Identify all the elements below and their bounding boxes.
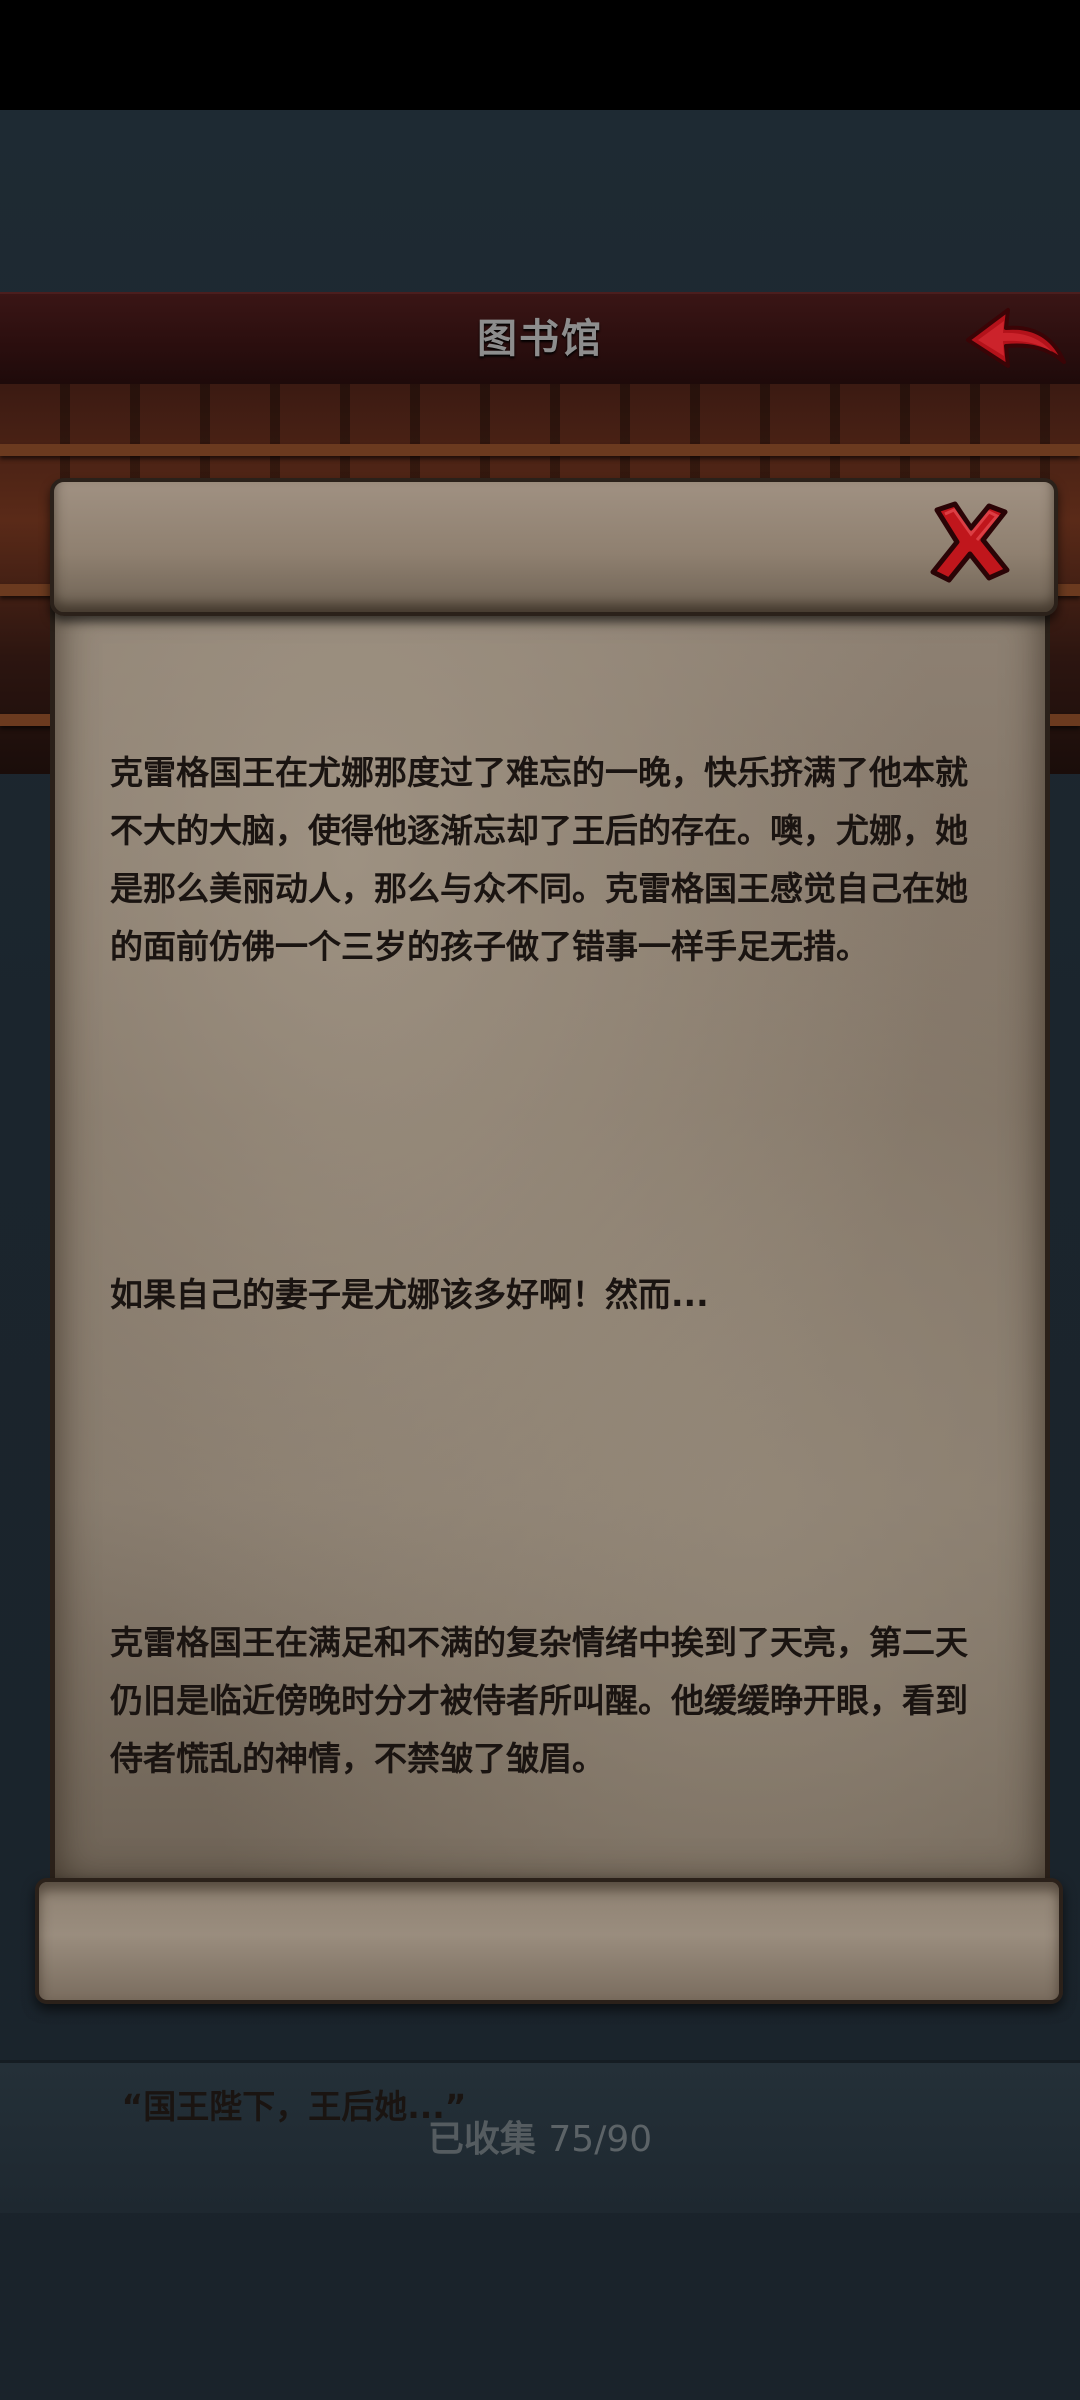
story-paragraph: 克雷格国王在尤娜那度过了难忘的一晚，快乐挤满了他本就不大的大脑，使得他逐渐忘却了… [110, 753, 968, 966]
close-x-icon [930, 501, 1010, 583]
page-title: 图书馆 [477, 316, 603, 362]
header-bar: 图书馆 [0, 292, 1080, 386]
scroll-top-roll [50, 478, 1058, 616]
story-paragraph: 如果自己的妻子是尤娜该多好啊！然而... [110, 1275, 709, 1314]
story-paragraph: “国王陛下，王后她...” [110, 2087, 467, 2126]
parchment-scroll: 克雷格国王在尤娜那度过了难忘的一晚，快乐挤满了他本就不大的大脑，使得他逐渐忘却了… [30, 478, 1063, 2126]
story-text: 克雷格国王在尤娜那度过了难忘的一晚，快乐挤满了他本就不大的大脑，使得他逐渐忘却了… [110, 628, 980, 2252]
back-arrow-icon [966, 308, 1066, 368]
shelf-divider [0, 444, 1080, 456]
close-button[interactable] [925, 496, 1015, 586]
back-button[interactable] [960, 300, 1070, 378]
status-bar [0, 0, 1080, 110]
story-paragraph: 克雷格国王在满足和不满的复杂情绪中挨到了天亮，第二天仍旧是临近傍晚时分才被侍者所… [110, 1623, 968, 1778]
